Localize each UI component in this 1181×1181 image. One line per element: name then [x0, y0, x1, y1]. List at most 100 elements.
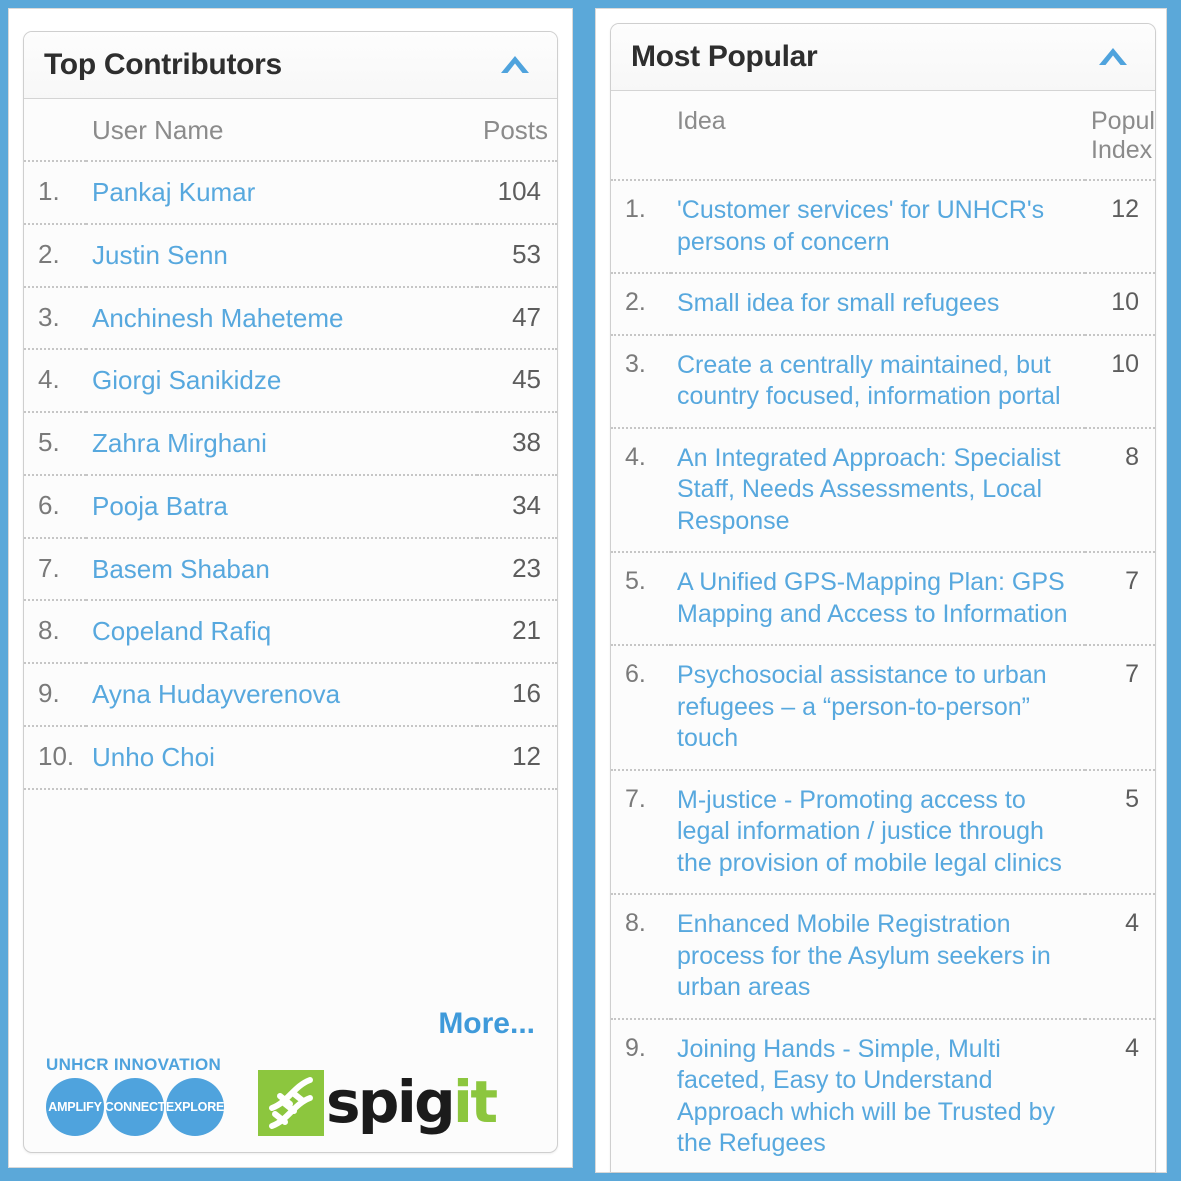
row-rank: 2. — [24, 223, 86, 288]
posts-count: 47 — [477, 286, 557, 351]
row-rank: 3. — [611, 334, 671, 429]
posts-count: 53 — [477, 223, 557, 288]
popularity-index: 10 — [1085, 334, 1155, 429]
contributor-link[interactable]: Ayna Hudayverenova — [92, 678, 340, 711]
table-row: 5. Zahra Mirghani 38 — [24, 412, 557, 476]
idea-cell: A Unified GPS-Mapping Plan: GPS Mapping … — [671, 552, 1085, 646]
posts-count: 12 — [477, 725, 557, 790]
row-rank: 7. — [24, 537, 86, 602]
contributor-name-cell: Ayna Hudayverenova — [86, 663, 477, 727]
popularity-index: 7 — [1085, 645, 1155, 771]
table-row: 8. Copeland Rafiq 21 — [24, 600, 557, 664]
contributor-link[interactable]: Anchinesh Maheteme — [92, 302, 343, 335]
contributor-link[interactable]: Copeland Rafiq — [92, 615, 271, 648]
top-contributors-footer: More... UNHCR INNOVATION AMPLIFY CONNECT… — [24, 999, 557, 1152]
unhcr-circles: AMPLIFY CONNECT EXPLORE — [46, 1078, 224, 1136]
popularity-index: 7 — [1085, 552, 1155, 646]
more-link[interactable]: More... — [438, 1007, 535, 1040]
top-contributors-panel-shell: Top Contributors User Name Posts 1. Pank… — [8, 8, 573, 1168]
idea-link[interactable]: 'Customer services' for UNHCR's persons … — [677, 195, 1079, 258]
popularity-index-column-header: Popularity Index — [1085, 91, 1155, 181]
contributor-link[interactable]: Pooja Batra — [92, 490, 228, 523]
contributor-name-cell: Giorgi Sanikidze — [86, 349, 477, 413]
unhcr-circle-amplify: AMPLIFY — [46, 1078, 104, 1136]
popularity-index: 4 — [1085, 1018, 1155, 1172]
popularity-index: 8 — [1085, 427, 1155, 553]
row-rank: 8. — [24, 600, 86, 664]
posts-count: 38 — [477, 412, 557, 476]
more-row: More... — [46, 1007, 535, 1041]
spigit-word-dark: spig — [326, 1068, 456, 1137]
table-row: 9. Joining Hands - Simple, Multi faceted… — [611, 1018, 1155, 1172]
top-contributors-card: Top Contributors User Name Posts 1. Pank… — [23, 31, 558, 1153]
row-rank: 8. — [611, 894, 671, 1020]
chevron-up-icon[interactable] — [1093, 40, 1133, 74]
contributor-name-cell: Copeland Rafiq — [86, 600, 477, 664]
table-row: 10. Unho Choi 12 — [24, 725, 557, 790]
contributor-name-cell: Unho Choi — [86, 725, 477, 790]
table-row: 2. Small idea for small refugees 10 — [611, 273, 1155, 336]
unhcr-circle-connect: CONNECT — [105, 1078, 165, 1136]
row-rank: 7. — [611, 769, 671, 895]
top-contributors-header: Top Contributors — [24, 32, 557, 99]
footer-logos: UNHCR INNOVATION AMPLIFY CONNECT EXPLORE — [46, 1055, 535, 1136]
idea-cell: Create a centrally maintained, but count… — [671, 334, 1085, 429]
posts-column-header: Posts — [477, 99, 557, 162]
chevron-up-icon[interactable] — [495, 48, 535, 82]
most-popular-card: Most Popular Idea Popularity Index — [610, 23, 1156, 1172]
row-rank: 9. — [611, 1018, 671, 1172]
spigit-logo: spigit — [258, 1070, 498, 1136]
idea-link[interactable]: An Integrated Approach: Specialist Staff… — [677, 443, 1079, 538]
contributor-link[interactable]: Pankaj Kumar — [92, 176, 255, 209]
posts-count: 23 — [477, 537, 557, 602]
posts-count: 34 — [477, 474, 557, 539]
contributor-link[interactable]: Basem Shaban — [92, 553, 270, 586]
row-rank: 4. — [611, 427, 671, 553]
contributor-name-cell: Zahra Mirghani — [86, 412, 477, 476]
row-rank: 6. — [24, 474, 86, 539]
table-header-row: User Name Posts — [24, 99, 557, 162]
table-row: 1. Pankaj Kumar 104 — [24, 161, 557, 225]
most-popular-table: Idea Popularity Index 1. 'Customer servi… — [611, 91, 1155, 1172]
row-rank: 1. — [611, 180, 671, 274]
row-rank: 1. — [24, 161, 86, 225]
contributor-link[interactable]: Giorgi Sanikidze — [92, 364, 281, 397]
posts-count: 21 — [477, 600, 557, 664]
idea-link[interactable]: A Unified GPS-Mapping Plan: GPS Mapping … — [677, 567, 1079, 630]
contributor-name-cell: Justin Senn — [86, 223, 477, 288]
popularity-index: 4 — [1085, 894, 1155, 1020]
idea-column-header: Idea — [671, 91, 1085, 181]
idea-cell: 'Customer services' for UNHCR's persons … — [671, 180, 1085, 274]
popularity-index: 5 — [1085, 769, 1155, 895]
idea-cell: An Integrated Approach: Specialist Staff… — [671, 427, 1085, 553]
contributor-link[interactable]: Unho Choi — [92, 741, 215, 774]
table-row: 7. M-justice - Promoting access to legal… — [611, 769, 1155, 895]
top-contributors-table-wrap: User Name Posts 1. Pankaj Kumar 104 2. J… — [24, 99, 557, 999]
table-row: 8. Enhanced Mobile Registration process … — [611, 894, 1155, 1020]
idea-cell: Enhanced Mobile Registration process for… — [671, 894, 1085, 1020]
spigit-word-green: it — [453, 1068, 498, 1137]
unhcr-circle-explore: EXPLORE — [166, 1078, 224, 1136]
table-header-row: Idea Popularity Index — [611, 91, 1155, 181]
posts-count: 16 — [477, 663, 557, 727]
idea-link[interactable]: Small idea for small refugees — [677, 288, 999, 320]
idea-link[interactable]: Create a centrally maintained, but count… — [677, 350, 1079, 413]
idea-link[interactable]: Psychosocial assistance to urban refugee… — [677, 660, 1079, 755]
spigit-wordmark: spigit — [326, 1073, 498, 1131]
posts-count: 45 — [477, 349, 557, 413]
rank-column-header — [24, 99, 86, 162]
table-row: 7. Basem Shaban 23 — [24, 537, 557, 602]
posts-count: 104 — [477, 161, 557, 225]
contributor-link[interactable]: Justin Senn — [92, 239, 228, 272]
idea-link[interactable]: Joining Hands - Simple, Multi faceted, E… — [677, 1034, 1079, 1160]
idea-link[interactable]: Enhanced Mobile Registration process for… — [677, 909, 1079, 1004]
table-row: 6. Pooja Batra 34 — [24, 474, 557, 539]
row-rank: 5. — [611, 552, 671, 646]
contributor-link[interactable]: Zahra Mirghani — [92, 427, 267, 460]
contributor-name-cell: Pankaj Kumar — [86, 161, 477, 225]
row-rank: 9. — [24, 663, 86, 727]
idea-cell: Joining Hands - Simple, Multi faceted, E… — [671, 1018, 1085, 1172]
idea-link[interactable]: M-justice - Promoting access to legal in… — [677, 785, 1079, 880]
most-popular-panel-shell: Most Popular Idea Popularity Index — [595, 8, 1167, 1173]
popularity-index: 12 — [1085, 180, 1155, 274]
